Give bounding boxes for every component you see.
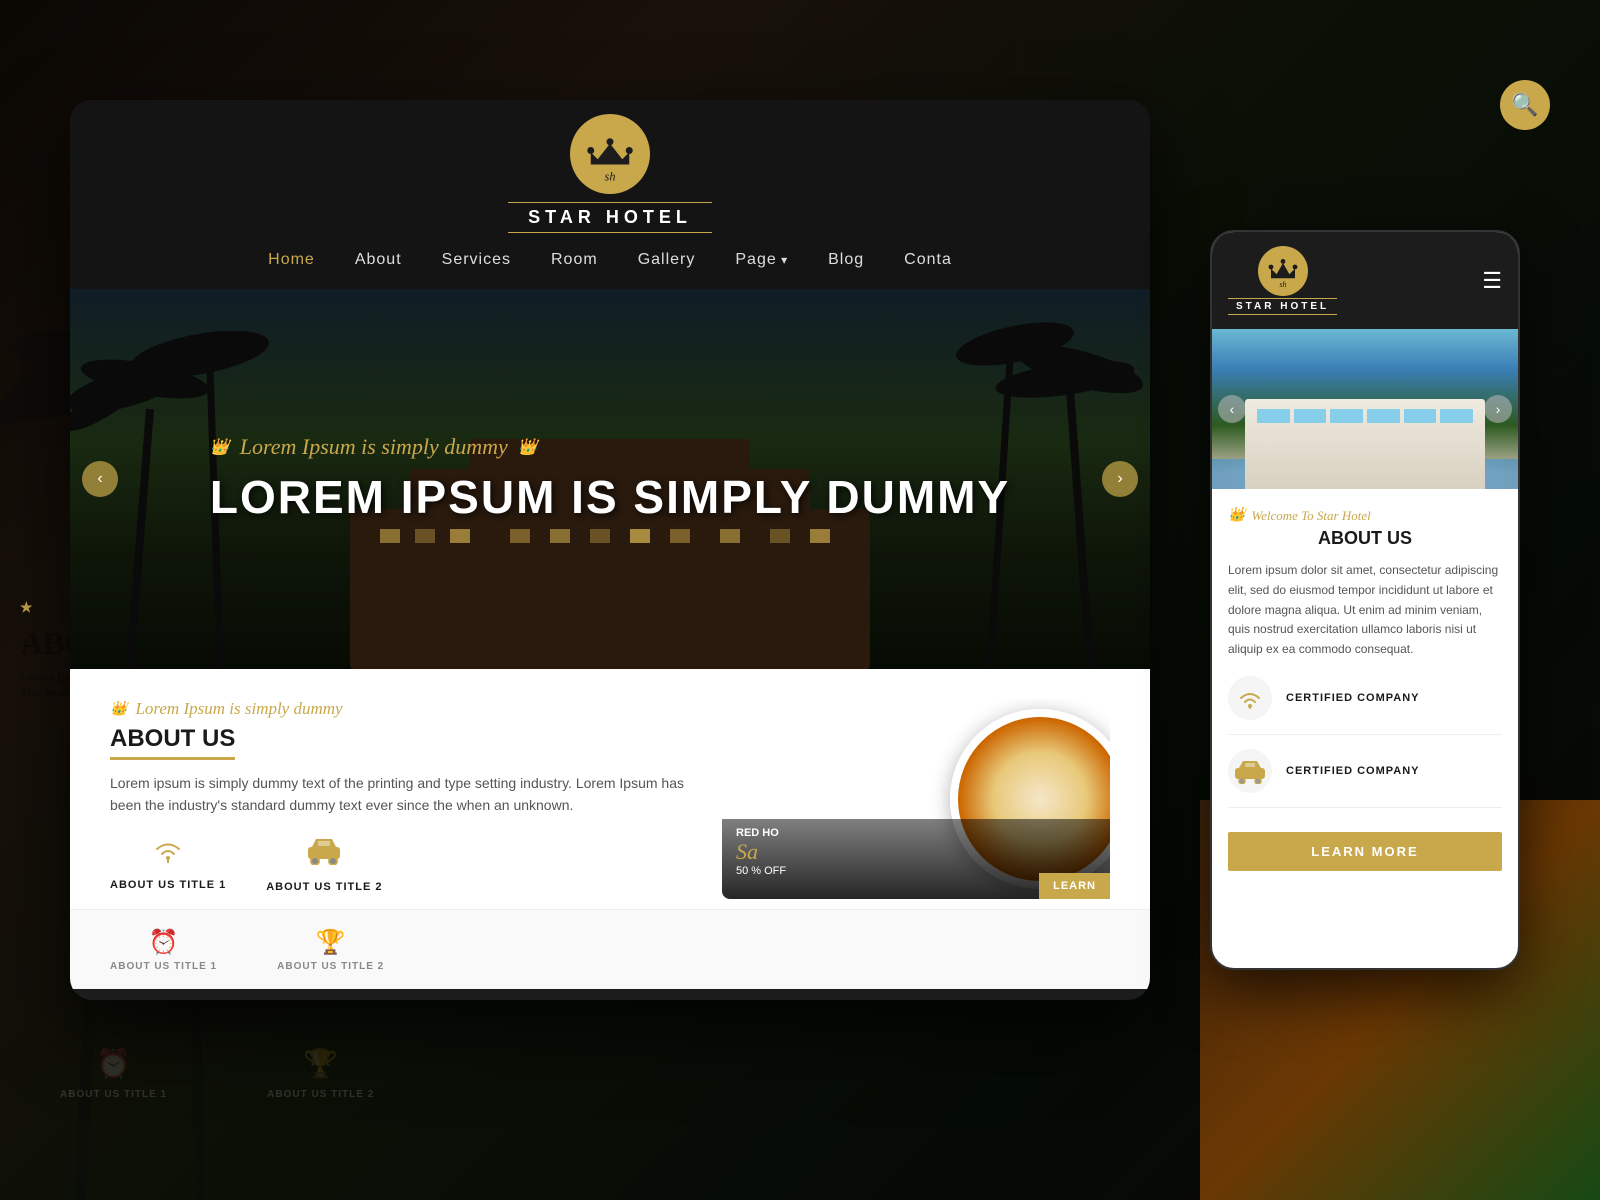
- hamburger-menu[interactable]: ☰: [1482, 268, 1502, 294]
- mobile-feature-2-label: CERTIFIED COMPANY: [1286, 765, 1420, 777]
- mobile-crown-logo: sh: [1258, 246, 1308, 296]
- nav-item-blog[interactable]: Blog: [828, 251, 864, 269]
- hero-next-button[interactable]: ›: [1102, 461, 1138, 497]
- mobile-wifi-icon: [1228, 676, 1272, 720]
- mobile-device: sh STAR HOTEL ☰ ‹ ›: [1210, 230, 1520, 970]
- bottom-feature-2: 🏆 ABOUT US TITLE 2: [277, 928, 384, 972]
- bg-hotel-title: STAR HOTEL: [0, 0, 800, 37]
- nav-item-page[interactable]: Page: [735, 251, 788, 269]
- bottom-feature-1-label: ABOUT US TITLE 1: [110, 961, 217, 972]
- nav-item-gallery[interactable]: Gallery: [638, 251, 696, 269]
- tablet-hotel-name: STAR HOTEL: [508, 202, 712, 233]
- mobile-about-section: 👑 Welcome To Star Hotel ABOUT US Lorem i…: [1212, 489, 1518, 889]
- mobile-about-text: Lorem ipsum dolor sit amet, consectetur …: [1228, 561, 1502, 660]
- about-text: Lorem ipsum is simply dummy text of the …: [110, 772, 692, 817]
- tablet-header: sh STAR HOTEL Home About Services Room G…: [70, 100, 1150, 289]
- mobile-car-icon: [1228, 749, 1272, 793]
- clock-icon: ⏰: [149, 928, 179, 957]
- mobile-hotel-name: STAR HOTEL: [1228, 298, 1337, 315]
- car-icon: [304, 835, 344, 873]
- about-subtitle: 👑 Lorem Ipsum is simply dummy: [110, 699, 692, 719]
- mobile-next-button[interactable]: ›: [1484, 395, 1512, 423]
- mobile-learn-more-button[interactable]: LEARN MORE: [1228, 832, 1502, 871]
- tablet-device: sh STAR HOTEL Home About Services Room G…: [70, 100, 1150, 1000]
- hero-subtitle: 👑 Lorem Ipsum is simply dummy 👑: [210, 434, 1010, 460]
- mobile-feature-1: CERTIFIED COMPANY: [1228, 676, 1502, 735]
- award-icon: 🏆: [316, 928, 346, 957]
- about-features: ABOUT US TITLE 1 ABOUT US TITLE 2: [110, 835, 692, 893]
- about-feature-2: ABOUT US TITLE 2: [266, 835, 382, 893]
- svg-text:sh: sh: [605, 169, 616, 183]
- bg-nav: About Tours Room Gallery Tour Blog Conta…: [0, 37, 800, 58]
- bottom-feature-2-label: ABOUT US TITLE 2: [277, 961, 384, 972]
- nav-item-home[interactable]: Home: [268, 251, 315, 269]
- wifi-icon: [150, 835, 186, 871]
- mobile-about-subtitle: 👑 Welcome To Star Hotel: [1228, 507, 1502, 524]
- mobile-about-title: ABOUT US: [1228, 528, 1502, 549]
- about-feature-1: ABOUT US TITLE 1: [110, 835, 226, 893]
- nav-item-services[interactable]: Services: [442, 251, 511, 269]
- mobile-hero-image: ‹ ›: [1212, 329, 1518, 489]
- learn-more-button[interactable]: LEARN: [1039, 873, 1110, 899]
- about-content: 👑 Lorem Ipsum is simply dummy ABOUT US L…: [110, 699, 692, 893]
- mobile-logo: sh STAR HOTEL: [1228, 246, 1337, 315]
- hero-title: LOREM IPSUM IS SIMPLY DUMMY: [210, 470, 1010, 524]
- about-title: ABOUT US: [110, 725, 235, 760]
- bottom-feature-1: ⏰ ABOUT US TITLE 1: [110, 928, 217, 972]
- bg-search-button[interactable]: 🔍: [1500, 80, 1550, 130]
- nav-item-room[interactable]: Room: [551, 251, 598, 269]
- mobile-prev-button[interactable]: ‹: [1218, 395, 1246, 423]
- nav-item-contact[interactable]: Conta: [904, 251, 952, 269]
- mobile-header: sh STAR HOTEL ☰: [1212, 232, 1518, 329]
- tablet-bottom-section: ⏰ ABOUT US TITLE 1 🏆 ABOUT US TITLE 2: [70, 909, 1150, 989]
- tablet-nav: Home About Services Room Gallery Page Bl…: [268, 241, 952, 275]
- about-image: RED HO Sa 50 % OFF LEARN: [722, 699, 1110, 899]
- mobile-feature-2: CERTIFIED COMPANY: [1228, 749, 1502, 808]
- nav-item-about[interactable]: About: [355, 251, 402, 269]
- tablet-logo: sh STAR HOTEL: [508, 114, 712, 233]
- svg-text:sh: sh: [1279, 280, 1286, 289]
- crown-logo-tablet: sh: [570, 114, 650, 194]
- tablet-hero: ‹ › 👑 Lorem Ipsum is simply dummy 👑 LORE…: [70, 289, 1150, 669]
- tablet-about-section: 👑 Lorem Ipsum is simply dummy ABOUT US L…: [70, 669, 1150, 909]
- hero-prev-button[interactable]: ‹: [82, 461, 118, 497]
- about-feature-1-label: ABOUT US TITLE 1: [110, 879, 226, 891]
- mobile-feature-1-label: CERTIFIED COMPANY: [1286, 692, 1420, 704]
- about-feature-2-label: ABOUT US TITLE 2: [266, 881, 382, 893]
